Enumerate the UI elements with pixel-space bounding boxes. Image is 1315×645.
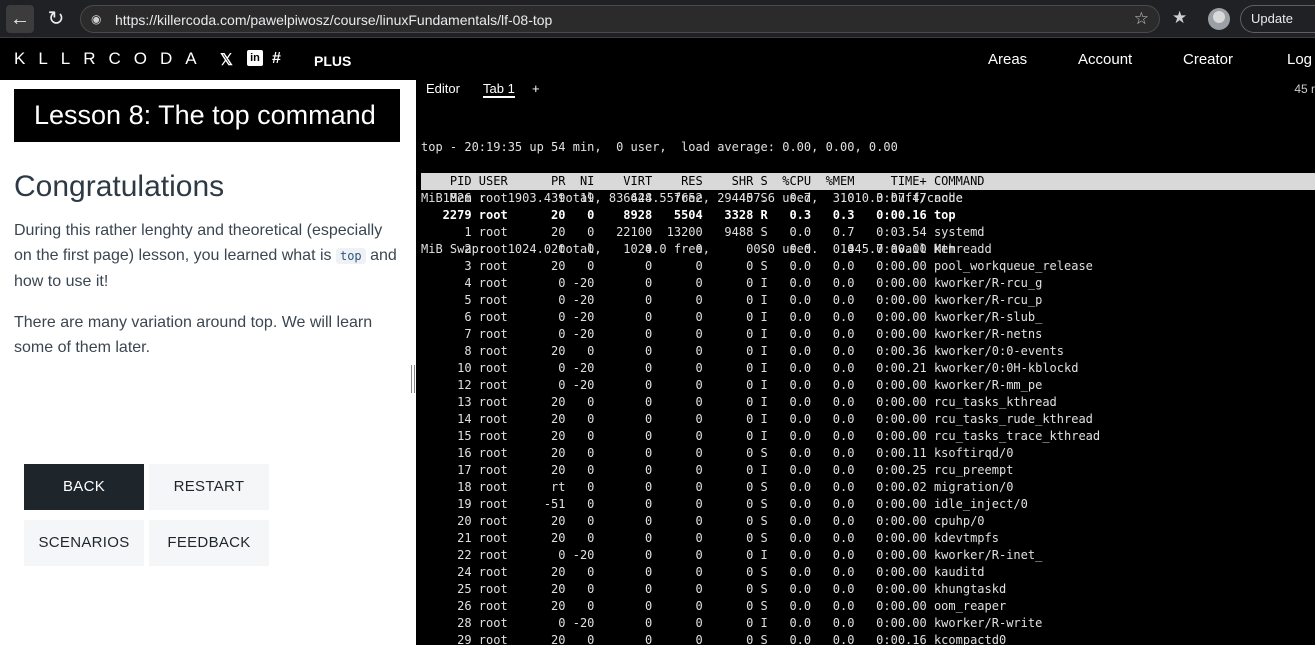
process-row: 14 root 20 0 0 0 0 I 0.0 0.0 0:00.00 rcu… — [421, 412, 1093, 426]
lesson-paragraph-2: There are many variation around top. We … — [14, 314, 373, 356]
process-row: 6 root 0 -20 0 0 0 I 0.0 0.0 0:00.00 kwo… — [421, 310, 1043, 324]
nav-creator[interactable]: Creator — [1183, 51, 1233, 68]
process-row: 5 root 0 -20 0 0 0 I 0.0 0.0 0:00.00 kwo… — [421, 293, 1043, 307]
process-row: 20 root 20 0 0 0 0 S 0.0 0.0 0:00.00 cpu… — [421, 514, 985, 528]
process-row: 15 root 20 0 0 0 0 I 0.0 0.0 0:00.00 rcu… — [421, 429, 1101, 443]
para1-text-before: During this rather lenghty and theoretic… — [14, 222, 383, 264]
profile-avatar-icon[interactable] — [1208, 8, 1230, 30]
process-row: 21 root 20 0 0 0 0 S 0.0 0.0 0:00.00 kde… — [421, 531, 999, 545]
process-row: 3 root 20 0 0 0 0 S 0.0 0.0 0:00.00 pool… — [421, 259, 1093, 273]
address-bar[interactable]: ◉ https://killercoda.com/pawelpiwosz/cou… — [80, 5, 1160, 33]
splitter-grip-icon[interactable] — [411, 365, 415, 393]
process-row: 4 root 0 -20 0 0 0 I 0.0 0.0 0:00.00 kwo… — [421, 276, 1043, 290]
url-text[interactable]: https://killercoda.com/pawelpiwosz/cours… — [115, 12, 552, 28]
process-row: 2279 root 20 0 8928 5504 3328 R 0.3 0.3 … — [421, 208, 956, 222]
process-row: 17 root 20 0 0 0 0 I 0.0 0.0 0:00.25 rcu… — [421, 463, 1014, 477]
process-row: 10 root 0 -20 0 0 0 I 0.0 0.0 0:00.21 kw… — [421, 361, 1079, 375]
nav-areas[interactable]: Areas — [988, 51, 1027, 68]
process-table-header: PID USER PR NI VIRT RES SHR S %CPU %MEM … — [421, 173, 1315, 190]
tab-editor[interactable]: Editor — [426, 81, 460, 96]
back-arrow-icon[interactable]: ← — [6, 5, 34, 33]
back-button[interactable]: BACK — [24, 464, 144, 510]
site-header: KLLRCODA 𝕏 in # PLUS Areas Account Creat… — [0, 38, 1315, 80]
summary-line-uptime: top - 20:19:35 up 54 min, 0 user, load a… — [421, 140, 898, 154]
plus-link[interactable]: PLUS — [314, 53, 351, 69]
process-row: 19 root -51 0 0 0 0 S 0.0 0.0 0:00.00 id… — [421, 497, 1028, 511]
process-row: 18 root rt 0 0 0 0 S 0.0 0.0 0:00.02 mig… — [421, 480, 1014, 494]
process-row: 7 root 0 -20 0 0 0 I 0.0 0.0 0:00.00 kwo… — [421, 327, 1043, 341]
terminal-tabs: Editor Tab 1 + 45 r — [416, 80, 1315, 100]
slack-icon[interactable]: # — [272, 50, 281, 68]
process-row: 25 root 20 0 0 0 0 S 0.0 0.0 0:00.00 khu… — [421, 582, 1007, 596]
process-row: 28 root 0 -20 0 0 0 I 0.0 0.0 0:00.00 kw… — [421, 616, 1043, 630]
favorites-icon[interactable]: ★ — [1172, 8, 1187, 28]
x-icon[interactable]: 𝕏 — [220, 50, 233, 70]
process-row: 16 root 20 0 0 0 0 S 0.0 0.0 0:00.11 kso… — [421, 446, 1014, 460]
process-row: 1826 root 39 19 836444 57652 29440 S 0.7… — [421, 191, 963, 205]
process-row: 29 root 20 0 0 0 0 S 0.0 0.0 0:00.16 kco… — [421, 633, 1007, 645]
process-table-rows: 1826 root 39 19 836444 57652 29440 S 0.7… — [421, 190, 1100, 645]
reload-icon[interactable]: ↻ — [42, 5, 70, 33]
feedback-button[interactable]: FEEDBACK — [149, 520, 269, 566]
lesson-title: Lesson 8: The top command — [14, 89, 400, 142]
process-row: 13 root 20 0 0 0 0 I 0.0 0.0 0:00.00 rcu… — [421, 395, 1057, 409]
restart-button[interactable]: RESTART — [149, 464, 269, 510]
linkedin-icon[interactable]: in — [247, 50, 263, 66]
lock-icon: ◉ — [91, 12, 102, 26]
tab-terminal-1[interactable]: Tab 1 — [483, 81, 515, 98]
terminal-panel[interactable]: Editor Tab 1 + 45 r top - 20:19:35 up 54… — [416, 80, 1315, 645]
process-row: 26 root 20 0 0 0 0 S 0.0 0.0 0:00.00 oom… — [421, 599, 1007, 613]
lesson-paragraph-1: During this rather lenghty and theoretic… — [14, 218, 404, 294]
process-row: 1 root 20 0 22100 13200 9488 S 0.0 0.7 0… — [421, 225, 985, 239]
process-row: 12 root 0 -20 0 0 0 I 0.0 0.0 0:00.00 kw… — [421, 378, 1043, 392]
lesson-panel: Lesson 8: The top command Congratulation… — [0, 80, 413, 645]
process-row: 2 root 20 0 0 0 0 S 0.0 0.0 0:00.00 kthr… — [421, 242, 992, 256]
process-row: 8 root 20 0 0 0 0 I 0.0 0.0 0:00.36 kwor… — [421, 344, 1064, 358]
process-row: 24 root 20 0 0 0 0 S 0.0 0.0 0:00.00 kau… — [421, 565, 985, 579]
scenarios-button[interactable]: SCENARIOS — [24, 520, 144, 566]
killercoda-logo[interactable]: KLLRCODA — [14, 49, 210, 69]
nav-login[interactable]: Log — [1287, 51, 1312, 68]
lesson-heading: Congratulations — [14, 170, 225, 203]
inline-code-top: top — [335, 248, 366, 264]
nav-account[interactable]: Account — [1078, 51, 1132, 68]
terminal-count-text: 45 r — [1294, 82, 1315, 96]
update-button[interactable]: Update — [1240, 5, 1315, 33]
browser-toolbar: ← ↻ ◉ https://killercoda.com/pawelpiwosz… — [0, 0, 1315, 38]
star-icon[interactable]: ☆ — [1134, 9, 1149, 29]
add-tab-button[interactable]: + — [532, 81, 540, 96]
process-row: 22 root 0 -20 0 0 0 I 0.0 0.0 0:00.00 kw… — [421, 548, 1043, 562]
